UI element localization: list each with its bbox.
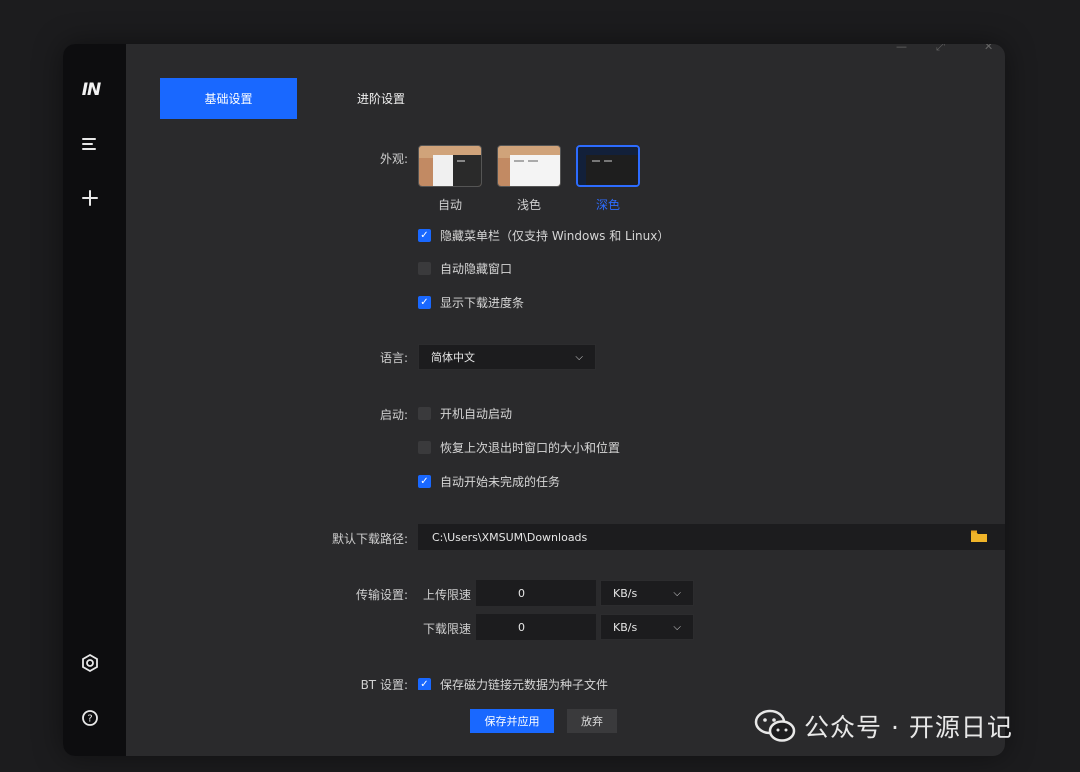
upload-unit-select[interactable]: KB/s ⌵ bbox=[600, 580, 694, 606]
startup-option-label: 恢复上次退出时窗口的大小和位置 bbox=[440, 441, 621, 455]
theme-light-option[interactable] bbox=[497, 145, 561, 187]
theme-dark-caption: 深色 bbox=[595, 198, 620, 212]
close-icon[interactable]: ✕ bbox=[984, 44, 993, 53]
save-apply-button[interactable]: 保存并应用 bbox=[470, 709, 554, 733]
auto-hide-option[interactable]: 自动隐藏窗口 bbox=[418, 260, 512, 277]
tab-basic-settings[interactable]: 基础设置 bbox=[160, 78, 297, 119]
svg-text:?: ? bbox=[87, 714, 92, 725]
checkbox-checked[interactable]: ✓ bbox=[418, 678, 431, 690]
discard-button[interactable]: 放弃 bbox=[567, 709, 617, 733]
theme-auto-option[interactable] bbox=[418, 145, 482, 187]
checkbox-unchecked[interactable] bbox=[418, 407, 431, 420]
checkbox-unchecked[interactable] bbox=[418, 262, 431, 275]
app-logo: IN bbox=[81, 80, 102, 100]
checkbox-checked[interactable]: ✓ bbox=[418, 229, 431, 242]
bt-option-label: 保存磁力链接元数据为种子文件 bbox=[440, 678, 609, 690]
theme-dark-option[interactable] bbox=[576, 145, 640, 187]
help-icon[interactable]: ? bbox=[79, 707, 101, 729]
download-limit-value: 0 bbox=[518, 620, 525, 634]
appearance-label: 外观: bbox=[379, 152, 408, 166]
theme-light-caption: 浅色 bbox=[516, 198, 541, 212]
settings-panel: — ⤢ ✕ 基础设置 进阶设置 外观: 自动 浅色 深色 ✓ 隐藏菜单栏（仅支持… bbox=[126, 44, 1005, 756]
checkbox-checked[interactable]: ✓ bbox=[418, 475, 431, 488]
bt-settings-row: BT 设置: ✓ 保存磁力链接元数据为种子文件 bbox=[126, 668, 1005, 690]
menu-icon[interactable] bbox=[79, 133, 101, 155]
gear-icon[interactable] bbox=[79, 652, 101, 674]
sidebar: IN ? bbox=[63, 44, 126, 756]
language-value: 简体中文 bbox=[431, 351, 475, 364]
language-select[interactable]: 简体中文 ⌵ bbox=[418, 344, 596, 370]
transfer-label: 传输设置: bbox=[355, 588, 408, 602]
chevron-down-icon: ⌵ bbox=[673, 587, 681, 599]
download-limit-label: 下载限速 bbox=[422, 622, 471, 636]
checkbox-checked[interactable]: ✓ bbox=[418, 296, 431, 309]
language-label: 语言: bbox=[379, 351, 408, 365]
watermark-text: 公众号 · 开源日记 bbox=[804, 713, 1013, 742]
upload-limit-value: 0 bbox=[518, 586, 525, 600]
download-unit-select[interactable]: KB/s ⌵ bbox=[600, 614, 694, 640]
startup-option-label: 自动开始未完成的任务 bbox=[440, 475, 561, 489]
bt-label: BT 设置: bbox=[360, 678, 408, 690]
checkbox-unchecked[interactable] bbox=[418, 441, 431, 454]
download-limit-input[interactable]: 0 bbox=[476, 614, 596, 640]
show-progress-option[interactable]: ✓ 显示下载进度条 bbox=[418, 294, 524, 311]
startup-option-autostart[interactable]: 开机自动启动 bbox=[418, 405, 512, 422]
plus-icon[interactable] bbox=[79, 187, 101, 209]
upload-limit-label: 上传限速 bbox=[422, 588, 471, 602]
startup-option-resume-tasks[interactable]: ✓ 自动开始未完成的任务 bbox=[418, 473, 560, 490]
bt-save-torrent-option[interactable]: ✓ 保存磁力链接元数据为种子文件 bbox=[418, 676, 608, 690]
app-window: IN ? — ⤢ ✕ 基础设置 进阶设置 外观: 自动 浅色 深色 ✓ 隐藏菜单… bbox=[63, 44, 1005, 756]
download-unit-value: KB/s bbox=[613, 620, 638, 634]
chevron-down-icon: ⌵ bbox=[575, 351, 583, 363]
upload-limit-input[interactable]: 0 bbox=[476, 580, 596, 606]
upload-unit-value: KB/s bbox=[613, 586, 638, 600]
watermark: 公众号 · 开源日记 bbox=[754, 708, 1013, 744]
chevron-down-icon: ⌵ bbox=[673, 621, 681, 633]
download-path-input[interactable]: C:\Users\XMSUM\Downloads bbox=[418, 524, 1005, 550]
tab-advanced-settings[interactable]: 进阶设置 bbox=[331, 78, 431, 119]
folder-icon[interactable] bbox=[970, 529, 988, 546]
theme-auto-caption: 自动 bbox=[437, 198, 462, 212]
startup-label: 启动: bbox=[379, 408, 408, 422]
maximize-icon[interactable]: ⤢ bbox=[936, 44, 945, 54]
startup-option-restore-window[interactable]: 恢复上次退出时窗口的大小和位置 bbox=[418, 439, 620, 456]
download-path-value: C:\Users\XMSUM\Downloads bbox=[432, 530, 588, 544]
auto-hide-label: 自动隐藏窗口 bbox=[440, 262, 513, 276]
download-path-label: 默认下载路径: bbox=[331, 532, 408, 546]
minimize-icon[interactable]: — bbox=[896, 44, 907, 53]
hide-menu-option[interactable]: ✓ 隐藏菜单栏（仅支持 Windows 和 Linux） bbox=[418, 227, 669, 244]
startup-option-label: 开机自动启动 bbox=[440, 407, 513, 421]
show-progress-label: 显示下载进度条 bbox=[440, 296, 525, 310]
hide-menu-label: 隐藏菜单栏（仅支持 Windows 和 Linux） bbox=[440, 229, 670, 243]
wechat-icon bbox=[754, 709, 796, 742]
